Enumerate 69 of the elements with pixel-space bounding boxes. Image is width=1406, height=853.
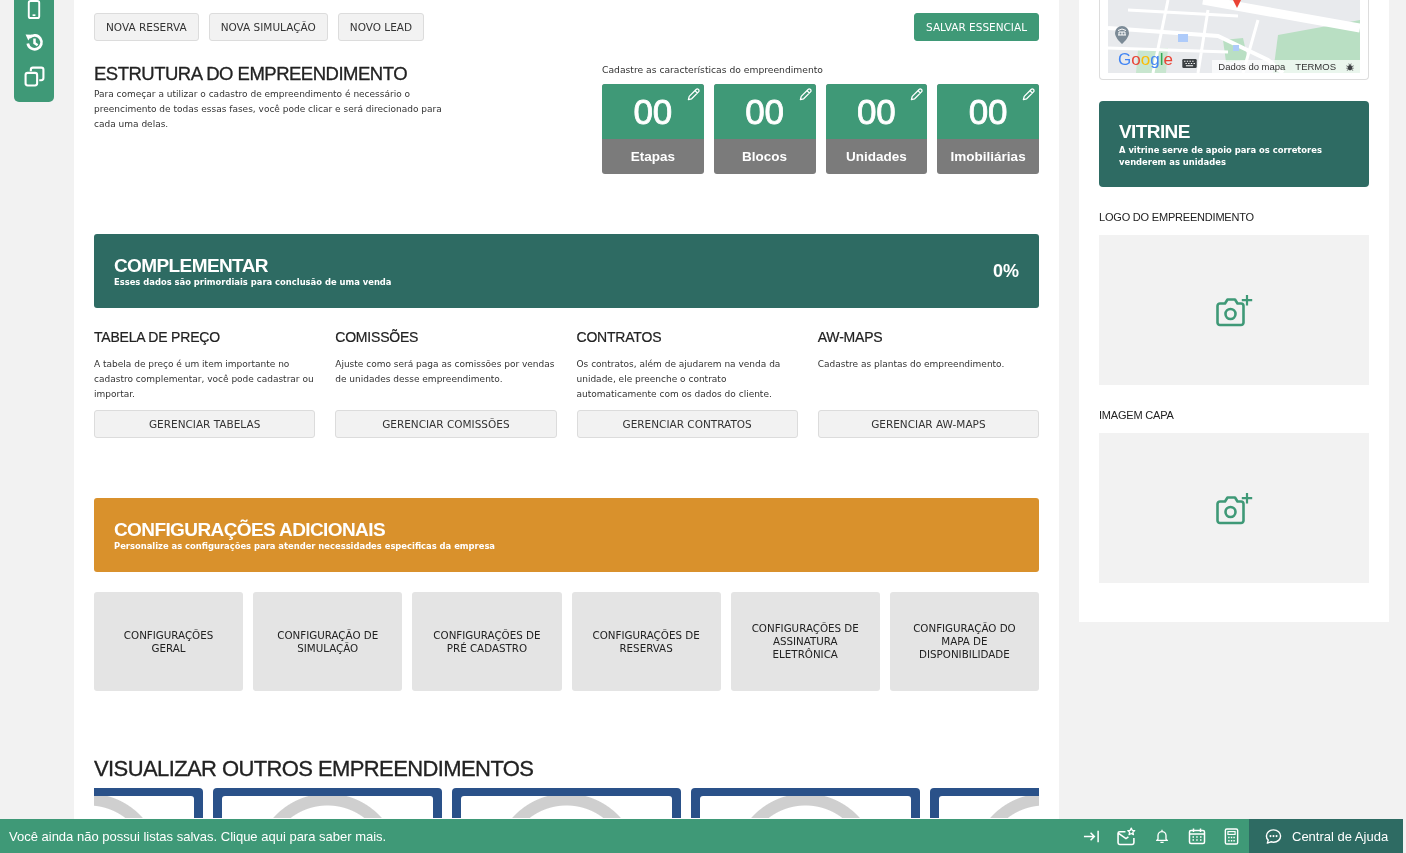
add-photo-icon — [1215, 293, 1253, 327]
mail-star-icon — [1117, 826, 1136, 846]
manage-button[interactable]: GERENCIAR TABELAS — [94, 410, 316, 438]
action-button[interactable]: NOVA RESERVA — [94, 13, 199, 41]
banner-title: COMPLEMENTAR — [114, 254, 269, 276]
section-description: Os contratos, além de ajudarem na venda da unidade, ele preenche o contrato automaticamente com os dados do cliente. — [576, 358, 782, 401]
map-logo: Google — [1118, 51, 1173, 69]
section-description: Cadastre as plantas do empreendimento. — [817, 358, 1006, 371]
listing-card[interactable] — [452, 788, 681, 818]
banner-title: VITRINE — [1119, 121, 1191, 142]
action-button[interactable]: NOVO LEAD — [337, 13, 425, 41]
keyboard-icon[interactable] — [1182, 59, 1197, 68]
counter-value: 00 — [633, 91, 673, 132]
section-title: CONTRATOS — [576, 329, 663, 345]
section-description: A tabela de preço é um item importante no cadastro complementar, você pode cadastrar ou importar. — [94, 358, 315, 401]
calculator-icon — [1223, 827, 1240, 845]
section-description: Para começar a utilizar o cadastro de empreendimento é necessário o preencimento de todas essas fases, você pode clicar e será direcionado para cada uma delas. — [94, 88, 443, 131]
bug-icon[interactable] — [1346, 62, 1354, 71]
counter-value: 00 — [745, 91, 785, 132]
bell-icon — [1153, 828, 1170, 844]
settings-tile[interactable]: CONFIGURAÇÕES GERAL — [94, 592, 244, 691]
pencil-icon[interactable] — [798, 88, 812, 101]
counter-value: 00 — [968, 91, 1008, 132]
banner-title: CONFIGURAÇÕES ADICIONAIS — [114, 518, 386, 540]
counter-label: Etapas — [630, 149, 675, 164]
pencil-icon[interactable] — [910, 88, 924, 101]
terms-link[interactable]: TERMOS — [1295, 60, 1336, 73]
settings-tile[interactable]: CONFIGURAÇÕES DE RESERVAS — [571, 592, 721, 691]
counters-caption: Cadastre as características do empreendimento — [602, 63, 824, 77]
pencil-icon[interactable] — [686, 88, 700, 101]
chat-icon — [1265, 827, 1282, 845]
phone-icon[interactable] — [27, 0, 41, 19]
section-description: Ajuste como será paga as comissões por vendas de unidades desse empreendimento. — [335, 358, 556, 386]
listing-card[interactable] — [691, 788, 920, 818]
counter-tile[interactable]: 00 Imobiliárias — [937, 84, 1039, 174]
pencil-icon[interactable] — [1022, 88, 1035, 101]
counter-tile[interactable]: 00 Blocos — [713, 84, 816, 174]
settings-tile[interactable]: CONFIGURAÇÕES DE ASSINATURA ELETRÔNICA — [730, 592, 880, 691]
counter-tile[interactable]: 00 Unidades — [825, 84, 928, 174]
section-title: TABELA DE PREÇO — [94, 329, 221, 345]
section-title: AW-MAPS — [817, 329, 884, 345]
progress-percent: 0% — [993, 260, 1019, 282]
settings-tile[interactable]: CONFIGURAÇÃO DO MAPA DE DISPONIBILIDADE — [889, 592, 1039, 691]
manage-button[interactable]: GERENCIAR COMISSÕES — [335, 410, 557, 438]
manage-button[interactable]: GERENCIAR CONTRATOS — [576, 410, 798, 438]
history-icon[interactable] — [23, 32, 45, 53]
help-center-button[interactable]: Central de Ajuda — [1249, 819, 1403, 853]
counter-label: Imobiliárias — [950, 149, 1026, 164]
section-heading: VISUALIZAR OUTROS EMPREENDIMENTOS — [94, 755, 535, 783]
counter-label: Unidades — [846, 149, 907, 164]
listing-card[interactable] — [213, 788, 442, 818]
counter-tile[interactable]: 00 Etapas — [602, 84, 704, 174]
banner-subtitle: Esses dados são primordiais para conclusão de uma venda — [114, 275, 392, 288]
upload-label: IMAGEM CAPA — [1099, 408, 1175, 422]
upload-label: LOGO DO EMPREENDIMENTO — [1099, 210, 1255, 224]
banner-subtitle: A vitrine serve de apoio para os corretores venderem as unidades — [1119, 144, 1323, 168]
section-heading: ESTRUTURA DO EMPREENDIMENTO — [94, 63, 409, 85]
counter-label: Blocos — [742, 149, 788, 164]
map-data-link[interactable]: Dados do mapa — [1218, 60, 1286, 73]
copy-icon[interactable] — [23, 66, 45, 87]
manage-button[interactable]: GERENCIAR AW-MAPS — [817, 410, 1039, 438]
add-photo-icon — [1215, 491, 1253, 525]
calendar-icon — [1187, 827, 1206, 845]
section-title: COMISSÕES — [335, 329, 420, 345]
banner-subtitle: Personalize as configurações para atender necessidades especificas da empresa — [114, 540, 495, 552]
settings-tile[interactable]: CONFIGURAÇÕES DE PRÉ CADASTRO — [412, 592, 562, 691]
counter-value: 00 — [856, 91, 896, 132]
action-button[interactable]: NOVA SIMULAÇÃO — [208, 13, 328, 41]
settings-tile[interactable]: CONFIGURAÇÃO DE SIMULAÇÃO — [253, 592, 403, 691]
